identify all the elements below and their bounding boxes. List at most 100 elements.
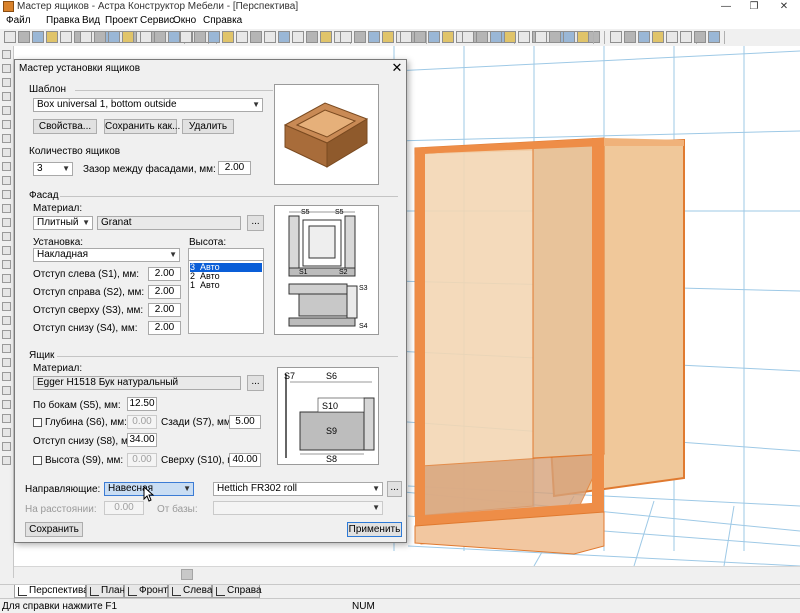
toolbar-tool-icon[interactable]: [46, 31, 58, 43]
toolbar-tool-icon[interactable]: [624, 31, 636, 43]
toolbar-tool-icon[interactable]: [549, 31, 561, 43]
left-tool-icon[interactable]: [2, 78, 11, 87]
s10-input[interactable]: 40.00: [229, 453, 261, 467]
toolbar-tool-icon[interactable]: [320, 31, 332, 43]
left-tool-icon[interactable]: [2, 428, 11, 437]
toolbar-tool-icon[interactable]: [680, 31, 692, 43]
guides-model-select[interactable]: Hettich FR302 roll ▼: [213, 482, 383, 496]
left-tool-icon[interactable]: [2, 50, 11, 59]
tab-right[interactable]: Справа: [212, 585, 262, 598]
toolbar-tool-icon[interactable]: [80, 31, 92, 43]
toolbar-tool-icon[interactable]: [154, 31, 166, 43]
dialog-close-button[interactable]: ✕: [390, 60, 404, 76]
left-tool-icon[interactable]: [2, 288, 11, 297]
left-tool-icon[interactable]: [2, 162, 11, 171]
tab-front[interactable]: Фронт: [124, 585, 168, 598]
left-tool-icon[interactable]: [2, 400, 11, 409]
facade-material-browse-button[interactable]: ...: [247, 215, 264, 231]
toolbar-tool-icon[interactable]: [140, 31, 152, 43]
toolbar-tool-icon[interactable]: [428, 31, 440, 43]
toolbar-tool-icon[interactable]: [610, 31, 622, 43]
apply-button[interactable]: Применить: [347, 522, 402, 537]
toolbar-tool-icon[interactable]: [236, 31, 248, 43]
toolbar-tool-icon[interactable]: [588, 31, 600, 43]
toolbar-tool-icon[interactable]: [400, 31, 412, 43]
toolbar-tool-icon[interactable]: [4, 31, 16, 43]
left-tool-icon[interactable]: [2, 442, 11, 451]
left-tool-icon[interactable]: [2, 260, 11, 269]
toolbar-tool-icon[interactable]: [442, 31, 454, 43]
toolbar-tool-icon[interactable]: [694, 31, 706, 43]
toolbar-tool-icon[interactable]: [490, 31, 502, 43]
toolbar-tool-icon[interactable]: [108, 31, 120, 43]
guides-browse-button[interactable]: ...: [387, 481, 402, 497]
tab-left[interactable]: Слева: [168, 585, 212, 598]
toolbar-tool-icon[interactable]: [94, 31, 106, 43]
toolbar-tool-icon[interactable]: [306, 31, 318, 43]
left-tool-icon[interactable]: [2, 316, 11, 325]
menu-help[interactable]: Справка: [203, 15, 242, 26]
toolbar-tool-icon[interactable]: [18, 31, 30, 43]
toolbar-tool-icon[interactable]: [60, 31, 72, 43]
s9-input[interactable]: 0.00: [127, 453, 157, 467]
horizontal-scrollbar[interactable]: [14, 566, 800, 581]
left-tool-icon[interactable]: [2, 190, 11, 199]
cabinet-model[interactable]: [414, 137, 685, 555]
toolbar-tool-icon[interactable]: [708, 31, 720, 43]
left-tool-icon[interactable]: [2, 358, 11, 367]
toolbar-tool-icon[interactable]: [382, 31, 394, 43]
toolbar-tool-icon[interactable]: [652, 31, 664, 43]
left-tool-icon[interactable]: [2, 274, 11, 283]
save-button[interactable]: Сохранить: [25, 522, 83, 537]
mount-select[interactable]: Накладная ▼: [33, 248, 180, 262]
toolbar-tool-icon[interactable]: [208, 31, 220, 43]
toolbar-tool-icon[interactable]: [577, 31, 589, 43]
s7-input[interactable]: 5.00: [229, 415, 261, 429]
toolbar-tool-icon[interactable]: [354, 31, 366, 43]
template-select[interactable]: Box universal 1, bottom outside ▼: [33, 98, 263, 112]
menu-window[interactable]: Окно: [173, 15, 196, 26]
left-tool-icon[interactable]: [2, 148, 11, 157]
tab-perspective[interactable]: Перспектива: [14, 585, 89, 598]
left-tool-icon[interactable]: [2, 302, 11, 311]
toolbar-tool-icon[interactable]: [368, 31, 380, 43]
height-s9-checkbox[interactable]: [33, 456, 42, 465]
left-tool-icon[interactable]: [2, 246, 11, 255]
depth-checkbox[interactable]: [33, 418, 42, 427]
toolbar-tool-icon[interactable]: [414, 31, 426, 43]
delete-button[interactable]: Удалить: [182, 119, 234, 134]
close-window-button[interactable]: ✕: [770, 0, 798, 14]
toolbar-tool-icon[interactable]: [504, 31, 516, 43]
menu-service[interactable]: Сервис: [140, 15, 174, 26]
toolbar-tool-icon[interactable]: [194, 31, 206, 43]
toolbar-tool-icon[interactable]: [264, 31, 276, 43]
minimize-button[interactable]: —: [712, 0, 740, 14]
menu-view[interactable]: Вид: [82, 15, 100, 26]
toolbar-tool-icon[interactable]: [292, 31, 304, 43]
menu-edit[interactable]: Правка: [46, 15, 80, 26]
toolbar-tool-icon[interactable]: [476, 31, 488, 43]
left-tool-icon[interactable]: [2, 344, 11, 353]
left-tool-icon[interactable]: [2, 64, 11, 73]
toolbar-tool-icon[interactable]: [666, 31, 678, 43]
left-tool-icon[interactable]: [2, 386, 11, 395]
s1-input[interactable]: 2.00: [148, 267, 181, 281]
left-tool-icon[interactable]: [2, 414, 11, 423]
toolbar-tool-icon[interactable]: [32, 31, 44, 43]
menu-project[interactable]: Проект: [105, 15, 138, 26]
toolbar-tool-icon[interactable]: [180, 31, 192, 43]
s6-input[interactable]: 0.00: [127, 415, 157, 429]
toolbar-tool-icon[interactable]: [278, 31, 290, 43]
left-tool-icon[interactable]: [2, 456, 11, 465]
s8-input[interactable]: 34.00: [127, 433, 157, 447]
toolbar-tool-icon[interactable]: [638, 31, 650, 43]
left-tool-icon[interactable]: [2, 106, 11, 115]
drawer-count-select[interactable]: 3 ▼: [33, 162, 73, 176]
s2-input[interactable]: 2.00: [148, 285, 181, 299]
left-tool-icon[interactable]: [2, 120, 11, 129]
scroll-thumb[interactable]: [181, 569, 193, 580]
properties-button[interactable]: Свойства...: [33, 119, 97, 134]
toolbar-tool-icon[interactable]: [250, 31, 262, 43]
tab-plan[interactable]: План: [86, 585, 125, 598]
left-tool-icon[interactable]: [2, 218, 11, 227]
